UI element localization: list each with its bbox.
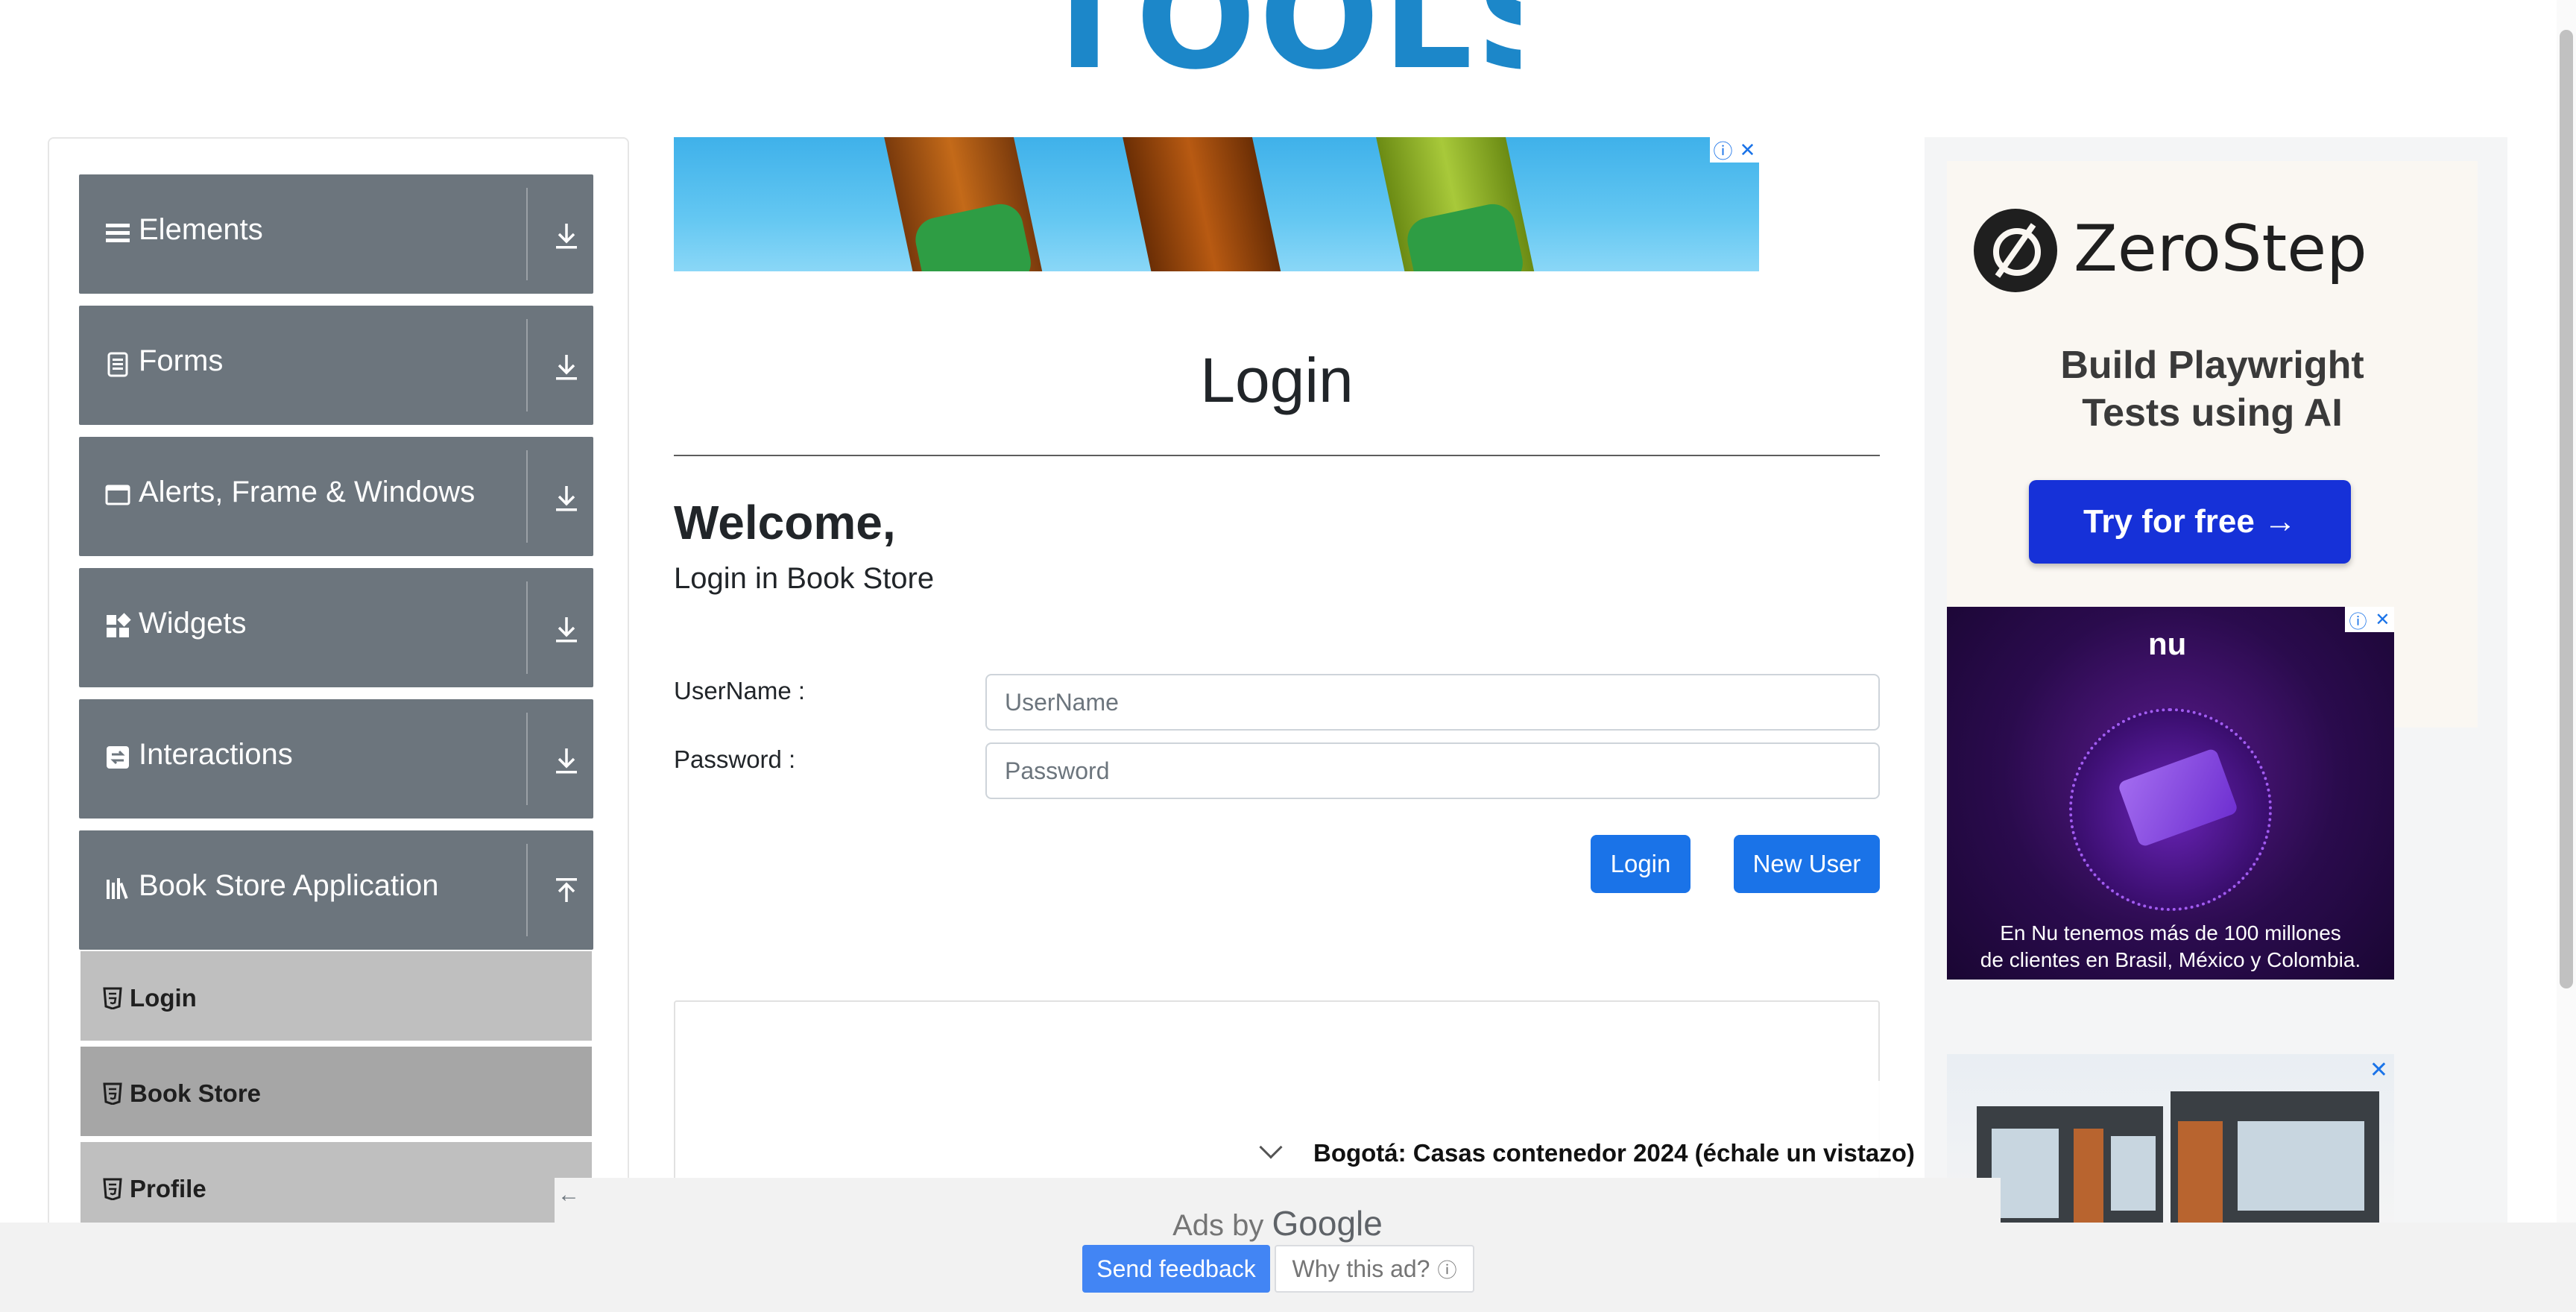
sidebar-group-interactions[interactable]: Interactions [79, 699, 593, 819]
title-divider [674, 455, 1880, 456]
hamburger-list-icon [106, 224, 130, 242]
divider [526, 581, 528, 674]
sidebar-item-login[interactable]: Login [80, 951, 592, 1044]
house-image [2171, 1091, 2379, 1240]
sidebar-group-label: Interactions [139, 738, 293, 771]
html5-icon [103, 1082, 122, 1105]
sidebar-group-forms[interactable]: Forms [79, 306, 593, 425]
close-icon[interactable]: ✕ [1740, 139, 1756, 162]
sidebar-item-book-store[interactable]: Book Store [80, 1047, 592, 1139]
sidebar-group-label: Elements [139, 213, 263, 246]
chevron-down-icon[interactable] [1259, 1135, 1283, 1159]
collapse-up-icon[interactable] [553, 877, 580, 906]
nu-ad-text: En Nu tenemos más de 100 millones de cli… [1947, 920, 2394, 974]
logo-wordmark: TOOLSQA [1036, 0, 1521, 89]
password-input[interactable] [985, 742, 1880, 799]
google-wordmark: Google [1272, 1204, 1383, 1243]
welcome-heading: Welcome, [674, 496, 896, 549]
logo-text-tools: TOOLS [1036, 0, 1521, 89]
sidebar-group-label: Alerts, Frame & Windows [139, 476, 476, 508]
info-icon[interactable]: ⓘ [2349, 607, 2367, 633]
zerostep-logo-icon [1974, 209, 2057, 292]
close-icon[interactable]: ✕ [2375, 609, 2390, 631]
google-ads-panel: Ads by Google Send feedback Why this ad?… [555, 1178, 2001, 1312]
try-for-free-button[interactable]: Try for free → [2029, 480, 2351, 564]
expand-down-icon[interactable] [553, 483, 580, 513]
page-title: Login [1200, 345, 1354, 415]
house-image [1977, 1106, 2163, 1240]
info-icon[interactable]: ⓘ [1714, 137, 1733, 164]
divider [526, 450, 528, 543]
ad-choices-badge[interactable]: ⓘ ✕ [1710, 137, 1759, 163]
native-ad-title[interactable]: Bogotá: Casas contenedor 2024 (échale un… [1313, 1139, 1915, 1167]
sidebar-item-label: Profile [130, 1175, 206, 1202]
new-user-button[interactable]: New User [1734, 835, 1880, 893]
container-house-ad[interactable]: ✕ [1947, 1054, 2394, 1240]
sidebar-group-book-store-application[interactable]: Book Store Application [79, 830, 593, 950]
sidebar-group-label: Widgets [139, 607, 247, 640]
zerostep-tagline: Build Playwright Tests using AI [1947, 341, 2478, 437]
send-feedback-button[interactable]: Send feedback [1082, 1245, 1270, 1293]
native-ad-row[interactable]: Bogotá: Casas contenedor 2024 (échale un… [775, 1081, 1915, 1178]
sidebar-item-label: Book Store [130, 1079, 262, 1107]
login-button[interactable]: Login [1591, 835, 1690, 893]
zerostep-tagline-line-1: Build Playwright [2060, 344, 2364, 387]
divider [526, 713, 528, 805]
sidebar-item-profile[interactable]: Profile [80, 1142, 592, 1234]
divider [526, 319, 528, 411]
why-this-ad-label: Why this ad? [1292, 1255, 1430, 1282]
ad-bottle-image [873, 137, 1049, 271]
books-icon [107, 878, 128, 900]
interactions-icon [107, 746, 129, 769]
why-this-ad-button[interactable]: Why this ad? ⓘ [1275, 1245, 1474, 1293]
html5-icon [103, 1178, 122, 1200]
zerostep-name: ZeroStep [2074, 212, 2367, 286]
info-icon: ⓘ [1437, 1258, 1457, 1281]
html5-icon [103, 987, 122, 1009]
scrollbar-thumb[interactable] [2560, 30, 2573, 988]
nu-ad-text-line-1: En Nu tenemos más de 100 millones [2000, 921, 2341, 944]
login-subtitle: Login in Book Store [674, 562, 935, 595]
zerostep-tagline-line-2: Tests using AI [2082, 391, 2343, 435]
sidebar-group-elements[interactable]: Elements [79, 174, 593, 294]
ads-by-google: Ads by Google [555, 1203, 2001, 1243]
password-label: Password : [674, 745, 796, 773]
sidebar-group-alerts-frame-windows[interactable]: Alerts, Frame & Windows [79, 437, 593, 556]
ad-bottle-image [1365, 137, 1541, 271]
sidebar-group-label: Forms [139, 344, 224, 377]
document-icon [107, 352, 128, 377]
widgets-grid-icon [107, 613, 131, 637]
expand-down-icon[interactable] [553, 614, 580, 644]
ads-by-text: Ads by [1172, 1209, 1264, 1242]
divider [526, 188, 528, 280]
banner-ad[interactable]: ⓘ ✕ [674, 137, 1759, 271]
username-label: UserName : [674, 677, 806, 704]
sidebar-item-label: Login [130, 984, 197, 1012]
expand-down-icon[interactable] [553, 352, 580, 382]
right-ad-column: ZeroStep Build Playwright Tests using AI… [1925, 137, 2507, 1312]
expand-down-icon[interactable] [553, 745, 580, 775]
sidebar-group-label: Book Store Application [139, 869, 439, 902]
window-icon [105, 485, 130, 505]
nu-ad-text-line-2: de clientes en Brasil, México y Colombia… [1980, 948, 2361, 971]
ad-choices-badge[interactable]: ⓘ ✕ [2345, 607, 2394, 632]
ad-bottle-image [1111, 137, 1287, 271]
divider [526, 844, 528, 936]
back-arrow-icon[interactable]: ← [558, 1182, 580, 1208]
nu-ad[interactable]: nu En Nu tenemos más de 100 millones de … [1947, 607, 2394, 980]
expand-down-icon[interactable] [553, 221, 580, 250]
nu-logo: nu [2148, 626, 2187, 661]
sidebar-group-widgets[interactable]: Widgets [79, 568, 593, 687]
close-icon[interactable]: ✕ [2370, 1057, 2388, 1083]
toolsqa-logo[interactable]: TOOLSQA [1036, 0, 1521, 89]
username-input[interactable] [985, 674, 1880, 731]
